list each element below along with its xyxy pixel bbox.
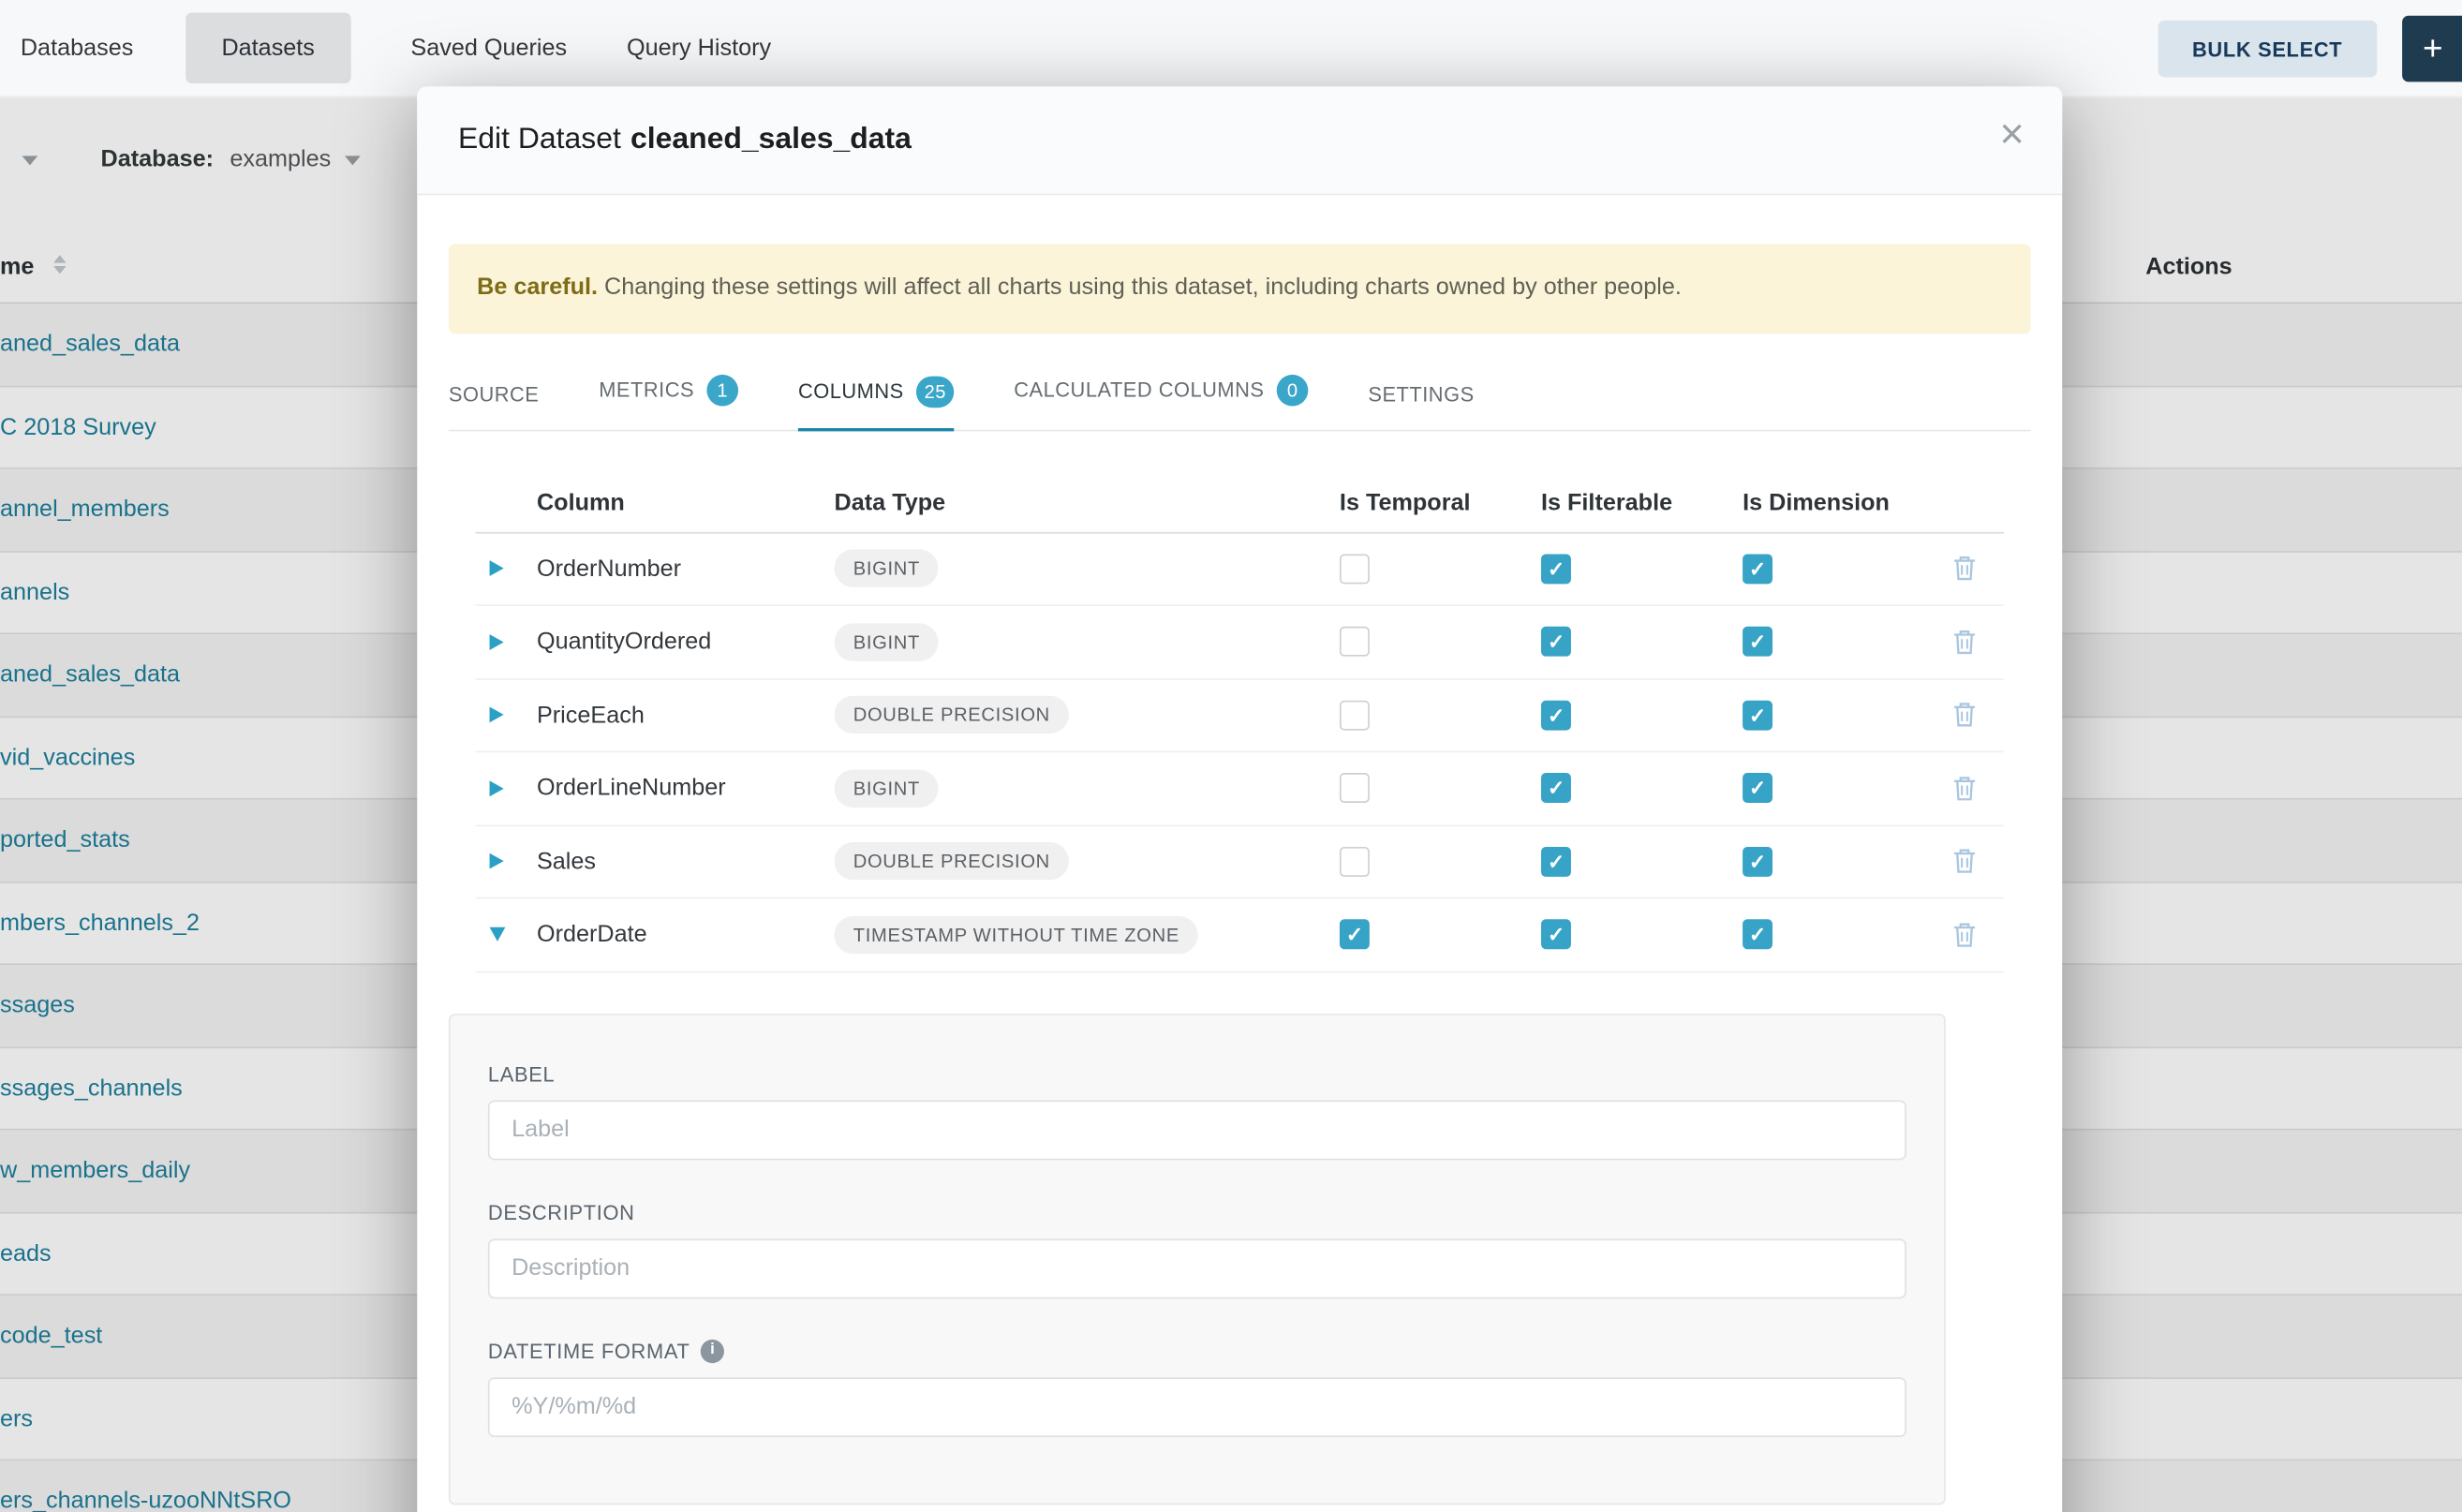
- is-dimension-checkbox[interactable]: [1743, 700, 1772, 730]
- nav-item-query-history[interactable]: Query History: [627, 35, 771, 62]
- tab-metrics[interactable]: METRICS 1: [599, 355, 738, 429]
- label-field-label: LABEL: [488, 1061, 1906, 1085]
- is-temporal-checkbox[interactable]: [1340, 847, 1370, 877]
- is-filterable-checkbox[interactable]: [1541, 773, 1571, 803]
- data-type-pill: BIGINT: [835, 623, 940, 660]
- info-icon[interactable]: [701, 1339, 724, 1362]
- is-temporal-checkbox[interactable]: [1340, 627, 1370, 657]
- data-type-pill: DOUBLE PRECISION: [835, 842, 1070, 880]
- is-dimension-checkbox[interactable]: [1743, 554, 1772, 584]
- warning-banner: Be careful. Changing these settings will…: [449, 244, 2031, 333]
- column-name: OrderDate: [532, 921, 830, 948]
- expand-caret-icon[interactable]: [490, 634, 504, 650]
- modal-title: Edit Datasetcleaned_sales_data: [458, 123, 912, 157]
- expand-caret-icon[interactable]: [490, 561, 504, 577]
- edit-dataset-modal: Edit Datasetcleaned_sales_data × Be care…: [417, 86, 2062, 1512]
- close-icon[interactable]: ×: [1999, 113, 2024, 156]
- column-name: Sales: [532, 848, 830, 875]
- is-dimension-checkbox[interactable]: [1743, 920, 1772, 950]
- metrics-count-badge: 1: [707, 374, 739, 406]
- delete-icon[interactable]: [1952, 847, 1978, 875]
- collapse-caret-icon[interactable]: [490, 927, 506, 941]
- data-type-pill: TIMESTAMP WITHOUT TIME ZONE: [835, 916, 1199, 954]
- tab-settings[interactable]: SETTINGS: [1368, 363, 1474, 429]
- expand-caret-icon[interactable]: [490, 853, 504, 869]
- description-field-label: DESCRIPTION: [488, 1200, 1906, 1223]
- is-filterable-checkbox[interactable]: [1541, 920, 1571, 950]
- columns-table-header: Column Data Type Is Temporal Is Filterab…: [475, 475, 2004, 533]
- nav-item-databases[interactable]: Databases: [21, 35, 134, 62]
- column-name: OrderLineNumber: [532, 775, 830, 802]
- tab-source[interactable]: SOURCE: [449, 363, 539, 429]
- is-dimension-checkbox[interactable]: [1743, 847, 1772, 877]
- delete-icon[interactable]: [1952, 628, 1978, 656]
- is-filterable-checkbox[interactable]: [1541, 700, 1571, 730]
- expand-caret-icon[interactable]: [490, 780, 504, 796]
- column-name: OrderNumber: [532, 556, 830, 583]
- is-temporal-checkbox[interactable]: [1340, 773, 1370, 803]
- column-row-orderlinenumber: OrderLineNumber BIGINT: [475, 752, 2004, 825]
- is-filterable-checkbox[interactable]: [1541, 847, 1571, 877]
- expand-caret-icon[interactable]: [490, 707, 504, 723]
- column-row-ordernumber: OrderNumber BIGINT: [475, 533, 2004, 606]
- warning-text: Changing these settings will affect all …: [598, 274, 1682, 301]
- columns-table: Column Data Type Is Temporal Is Filterab…: [475, 475, 2004, 972]
- dataset-name: cleaned_sales_data: [630, 123, 912, 156]
- tab-calculated-columns[interactable]: CALCULATED COLUMNS 0: [1014, 355, 1308, 429]
- column-name: PriceEach: [532, 702, 830, 729]
- description-field-group: DESCRIPTION: [488, 1200, 1906, 1297]
- delete-icon[interactable]: [1952, 921, 1978, 949]
- column-row-quantityordered: QuantityOrdered BIGINT: [475, 606, 2004, 679]
- column-name: QuantityOrdered: [532, 629, 830, 656]
- data-type-pill: BIGINT: [835, 550, 940, 587]
- column-detail-editor: LABEL DESCRIPTION DATETIME FORMAT: [449, 1013, 1946, 1504]
- column-row-orderdate: OrderDate TIMESTAMP WITHOUT TIME ZONE: [475, 898, 2004, 971]
- is-dimension-checkbox[interactable]: [1743, 773, 1772, 803]
- delete-icon[interactable]: [1952, 701, 1978, 729]
- is-filterable-checkbox[interactable]: [1541, 554, 1571, 584]
- description-input[interactable]: [488, 1238, 1906, 1298]
- calculated-columns-count-badge: 0: [1277, 374, 1309, 406]
- is-temporal-checkbox[interactable]: [1340, 554, 1370, 584]
- datetime-format-input[interactable]: [488, 1376, 1906, 1436]
- delete-icon[interactable]: [1952, 555, 1978, 583]
- data-type-pill: BIGINT: [835, 769, 940, 807]
- add-dataset-button[interactable]: +: [2402, 16, 2462, 82]
- is-temporal-checkbox[interactable]: [1340, 700, 1370, 730]
- is-dimension-checkbox[interactable]: [1743, 627, 1772, 657]
- datetime-format-field-group: DATETIME FORMAT: [488, 1339, 1906, 1436]
- warning-bold-text: Be careful.: [477, 274, 598, 301]
- modal-body: Be careful. Changing these settings will…: [417, 244, 2062, 1504]
- columns-count-badge: 25: [916, 376, 954, 408]
- label-input[interactable]: [488, 1100, 1906, 1160]
- nav-item-datasets[interactable]: Datasets: [185, 12, 351, 83]
- tab-columns[interactable]: COLUMNS 25: [798, 357, 954, 431]
- nav-item-saved-queries[interactable]: Saved Queries: [410, 35, 567, 62]
- modal-header: Edit Datasetcleaned_sales_data ×: [417, 86, 2062, 195]
- delete-icon[interactable]: [1952, 774, 1978, 802]
- data-type-pill: DOUBLE PRECISION: [835, 696, 1070, 734]
- datetime-format-field-label: DATETIME FORMAT: [488, 1339, 1906, 1362]
- is-filterable-checkbox[interactable]: [1541, 627, 1571, 657]
- column-row-priceeach: PriceEach DOUBLE PRECISION: [475, 679, 2004, 752]
- is-temporal-checkbox[interactable]: [1340, 920, 1370, 950]
- top-nav: Databases Datasets Saved Queries Query H…: [0, 0, 2462, 97]
- label-field-group: LABEL: [488, 1061, 1906, 1159]
- app-root: Database: examples me Actions aned_sales…: [0, 0, 2462, 1512]
- modal-tabs: SOURCE METRICS 1 COLUMNS 25 CALCULATED C…: [449, 355, 2031, 431]
- bulk-select-button[interactable]: BULK SELECT: [2158, 21, 2377, 77]
- plus-icon: +: [2423, 28, 2443, 69]
- column-row-sales: Sales DOUBLE PRECISION: [475, 825, 2004, 898]
